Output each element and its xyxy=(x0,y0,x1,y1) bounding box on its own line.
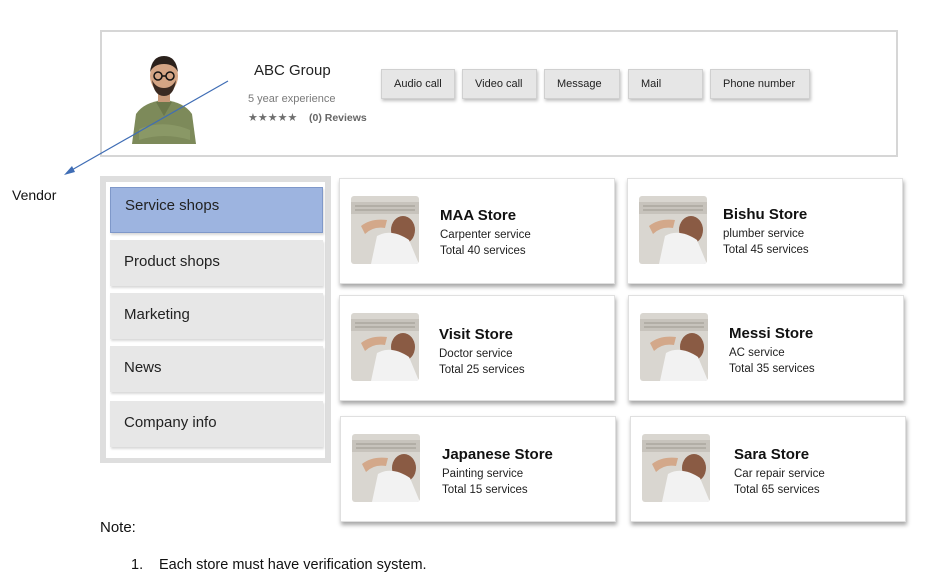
sidebar-panel: Service shops Product shops Marketing Ne… xyxy=(106,182,325,458)
store-thumbnail xyxy=(642,434,710,502)
reviews-count[interactable]: (0) Reviews xyxy=(309,112,367,124)
store-thumbnail xyxy=(352,434,420,502)
note-item-number: 1. xyxy=(131,557,144,573)
sidebar-item-product-shops[interactable]: Product shops xyxy=(110,240,323,286)
message-button[interactable]: Message xyxy=(544,69,620,99)
store-total: Total 65 services xyxy=(734,484,820,496)
sidebar-item-company-info[interactable]: Company info xyxy=(110,401,323,447)
store-service: Carpenter service xyxy=(440,229,531,241)
store-card[interactable]: Messi Store AC service Total 35 services xyxy=(628,295,904,401)
vendor-header-card: ABC Group 5 year experience ★★★★★ (0) Re… xyxy=(100,30,898,157)
store-service: Car repair service xyxy=(734,468,825,480)
store-card[interactable]: Visit Store Doctor service Total 25 serv… xyxy=(339,295,615,401)
store-name: Bishu Store xyxy=(723,206,808,223)
store-card[interactable]: Japanese Store Painting service Total 15… xyxy=(340,416,616,522)
vendor-annotation-label: Vendor xyxy=(12,187,57,203)
sidebar: Service shops Product shops Marketing Ne… xyxy=(100,176,331,463)
store-card[interactable]: MAA Store Carpenter service Total 40 ser… xyxy=(339,178,615,284)
store-total: Total 45 services xyxy=(723,244,809,256)
phone-number-button[interactable]: Phone number xyxy=(710,69,810,99)
note-item: 1. Each store must have verification syst… xyxy=(131,557,427,573)
store-service: AC service xyxy=(729,347,785,359)
store-name: MAA Store xyxy=(440,207,517,224)
store-card[interactable]: Bishu Store plumber service Total 45 ser… xyxy=(627,178,903,284)
vendor-name: ABC Group xyxy=(254,62,331,79)
store-thumbnail xyxy=(639,196,707,264)
store-name: Sara Store xyxy=(734,446,810,463)
vendor-avatar xyxy=(114,44,214,144)
store-name: Visit Store xyxy=(439,326,513,343)
note-item-text: Each store must have verification system… xyxy=(159,557,427,573)
store-total: Total 40 services xyxy=(440,245,526,257)
store-thumbnail xyxy=(351,196,419,264)
store-card[interactable]: Sara Store Car repair service Total 65 s… xyxy=(630,416,906,522)
store-name: Messi Store xyxy=(729,325,814,342)
audio-call-button[interactable]: Audio call xyxy=(381,69,455,99)
rating-stars-icon: ★★★★★ xyxy=(248,112,298,124)
store-name: Japanese Store xyxy=(442,446,553,463)
sidebar-item-news[interactable]: News xyxy=(110,346,323,392)
store-total: Total 25 services xyxy=(439,364,525,376)
store-total: Total 15 services xyxy=(442,484,528,496)
store-thumbnail xyxy=(640,313,708,381)
sidebar-item-service-shops[interactable]: Service shops xyxy=(110,187,323,233)
store-service: plumber service xyxy=(723,228,805,240)
vendor-experience: 5 year experience xyxy=(248,93,336,105)
video-call-button[interactable]: Video call xyxy=(462,69,537,99)
store-service: Doctor service xyxy=(439,348,513,360)
mail-button[interactable]: Mail xyxy=(628,69,703,99)
store-total: Total 35 services xyxy=(729,363,815,375)
note-title: Note: xyxy=(100,519,136,536)
sidebar-item-marketing[interactable]: Marketing xyxy=(110,293,323,339)
store-thumbnail xyxy=(351,313,419,381)
store-service: Painting service xyxy=(442,468,524,480)
